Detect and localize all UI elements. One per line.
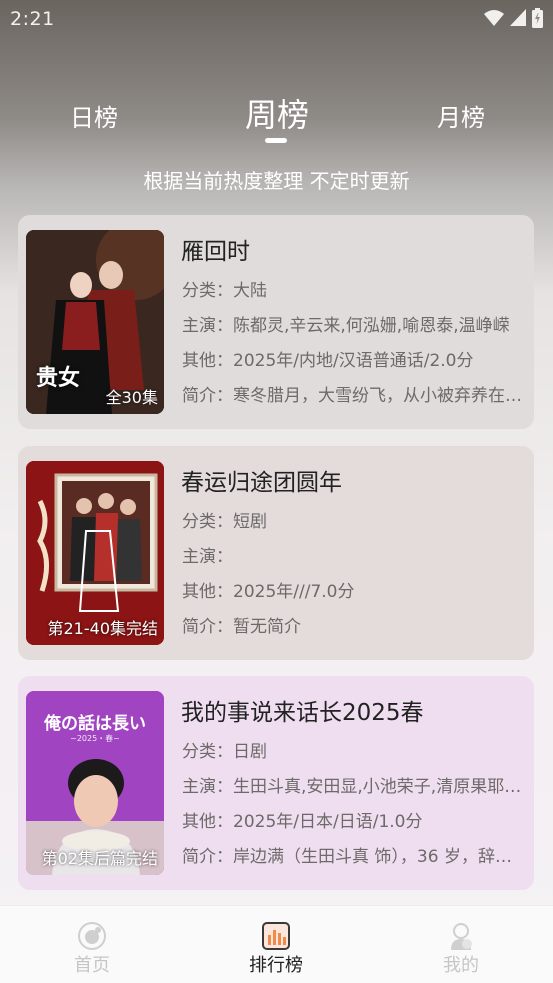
- drama-title: 我的事说来话长2025春: [181, 700, 424, 726]
- signal-icon: [510, 9, 526, 26]
- intro-label: 简介：: [182, 386, 233, 406]
- intro-value: 岸边满（生田斗真 饰），36 岁，辞职后一直: [233, 847, 526, 867]
- cast-label: 主演：: [182, 316, 233, 336]
- category-label: 分类：: [182, 742, 233, 762]
- intro-value: 寒冬腊月，大雪纷飞，从小被弃养在乡下的: [233, 386, 526, 406]
- status-bar: 2:21: [0, 0, 553, 40]
- status-icons: [484, 8, 543, 28]
- cast-value: 生田斗真,安田显,小池荣子,清原果耶,杉野遥亮: [233, 777, 526, 797]
- category-line: 分类：短剧: [182, 507, 526, 532]
- intro-value: 暂无简介: [233, 617, 301, 637]
- ranking-icon: [262, 922, 290, 950]
- cast-line: 主演：: [182, 542, 526, 567]
- ranking-subtitle: 根据当前热度整理 不定时更新: [143, 169, 410, 193]
- battery-icon: [532, 8, 543, 28]
- profile-icon: [451, 923, 472, 950]
- other-label: 其他：: [182, 812, 233, 832]
- category-value: 大陆: [233, 281, 267, 301]
- home-icon: [78, 922, 106, 950]
- cast-value: 陈都灵,辛云来,何泓姗,喻恩泰,温峥嵘: [233, 316, 510, 336]
- cast-line: 主演：生田斗真,安田显,小池荣子,清原果耶,杉野遥亮: [182, 772, 526, 797]
- nav-ranking-label: 排行榜: [249, 955, 303, 976]
- other-line: 其他：2025年/内地/汉语普通话/2.0分: [182, 346, 526, 371]
- nav-profile-label: 我的: [443, 955, 479, 976]
- cast-line: 主演：陈都灵,辛云来,何泓姗,喻恩泰,温峥嵘: [182, 311, 526, 336]
- active-tab-indicator: [265, 138, 287, 143]
- poster-subtitle-text: ~2025・春~: [70, 734, 120, 743]
- tab-weekly[interactable]: 周榜: [236, 90, 318, 136]
- other-value: 2025年///7.0分: [233, 582, 355, 602]
- other-value: 2025年/日本/日语/1.0分: [233, 812, 423, 832]
- category-line: 分类：日剧: [182, 737, 526, 762]
- intro-line: 简介：岸边满（生田斗真 饰），36 岁，辞职后一直: [182, 842, 526, 867]
- poster-title-text: 俺の話は長い: [44, 714, 146, 734]
- intro-label: 简介：: [182, 847, 233, 867]
- category-label: 分类：: [182, 512, 233, 532]
- other-line: 其他：2025年/日本/日语/1.0分: [182, 807, 526, 832]
- other-line: 其他：2025年///7.0分: [182, 577, 526, 602]
- tab-daily[interactable]: 日榜: [60, 98, 128, 133]
- intro-label: 简介：: [182, 617, 233, 637]
- episode-badge: 第21-40集完结: [47, 619, 159, 638]
- other-label: 其他：: [182, 351, 233, 371]
- cast-label: 主演：: [182, 547, 233, 567]
- cast-label: 主演：: [182, 777, 233, 797]
- nav-profile[interactable]: 我的: [411, 906, 511, 983]
- ranking-card[interactable]: 贵女 全30集 雁回时 分类：大陆 主演：陈都灵,辛云来,何泓姗,喻恩泰,温峥嵘…: [18, 215, 534, 429]
- other-value: 2025年/内地/汉语普通话/2.0分: [233, 351, 474, 371]
- status-time: 2:21: [10, 8, 55, 30]
- poster-image: 俺の話は長い ~2025・春~ 第02集后篇完结: [26, 691, 164, 875]
- category-value: 日剧: [233, 742, 267, 762]
- drama-title: 春运归途团圆年: [181, 470, 342, 496]
- other-label: 其他：: [182, 582, 233, 602]
- nav-home[interactable]: 首页: [42, 906, 142, 983]
- poster-image: 贵女 全30集: [26, 230, 164, 414]
- tab-monthly[interactable]: 月榜: [425, 98, 497, 133]
- drama-title: 雁回时: [181, 239, 250, 265]
- poster-image: 第21-40集完结: [26, 461, 164, 645]
- ranking-card[interactable]: 俺の話は長い ~2025・春~ 第02集后篇完结 我的事说来话长2025春 分类…: [18, 676, 534, 890]
- ranking-tabs: 日榜 周榜 月榜: [0, 90, 553, 150]
- category-value: 短剧: [233, 512, 267, 532]
- wifi-icon: [484, 10, 504, 26]
- poster-logo-text: 贵女: [36, 365, 81, 391]
- category-line: 分类：大陆: [182, 276, 526, 301]
- category-label: 分类：: [182, 281, 233, 301]
- intro-line: 简介：寒冬腊月，大雪纷飞，从小被弃养在乡下的: [182, 381, 526, 406]
- episode-badge: 全30集: [105, 388, 158, 407]
- ranking-card[interactable]: 第21-40集完结 春运归途团圆年 分类：短剧 主演： 其他：2025年///7…: [18, 446, 534, 660]
- nav-home-label: 首页: [74, 955, 110, 976]
- bottom-nav: 首页 排行榜 我的: [0, 905, 553, 983]
- intro-line: 简介：暂无简介: [182, 612, 526, 637]
- nav-ranking[interactable]: 排行榜: [226, 906, 326, 983]
- episode-badge: 第02集后篇完结: [41, 849, 158, 868]
